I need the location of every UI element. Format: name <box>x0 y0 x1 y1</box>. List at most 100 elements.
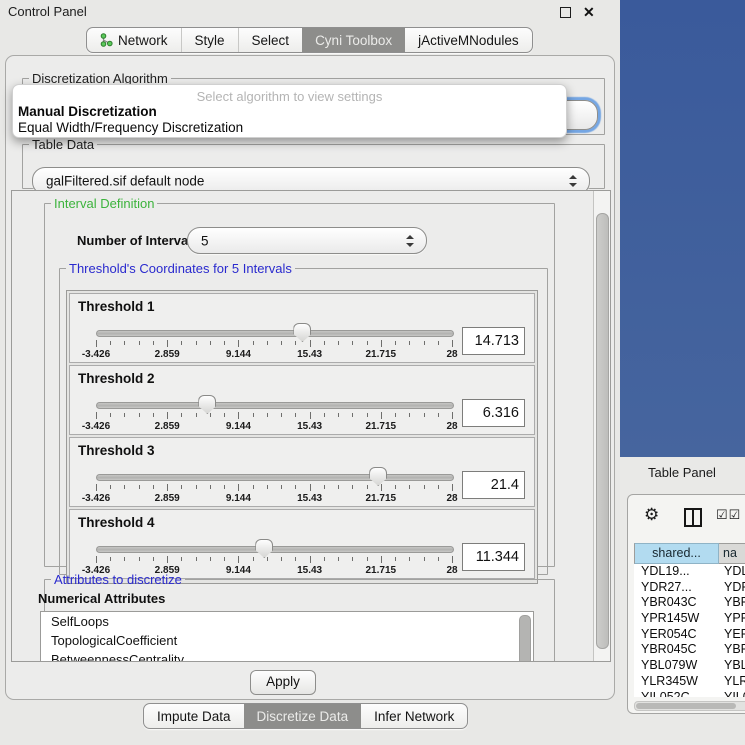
tab-jactivemnodules[interactable]: jActiveMNodules <box>405 28 532 52</box>
network-icon <box>100 33 113 47</box>
thresholds-group-title: Threshold's Coordinates for 5 Intervals <box>66 261 295 276</box>
table-row[interactable]: YIL052CYIL0 <box>634 690 745 698</box>
threshold-value-field[interactable] <box>462 399 525 427</box>
table-horizontal-scrollbar-thumb[interactable] <box>636 703 736 709</box>
table-cell: YER054C <box>634 627 719 643</box>
threshold-value-field[interactable] <box>462 543 525 571</box>
combo-stepper-icon <box>569 175 577 187</box>
threshold-slider-track[interactable] <box>96 330 454 337</box>
app-root: Control Panel ✕ Network Style Select Cyni T… <box>0 0 745 745</box>
table-row[interactable]: YLR345WYLR3 <box>634 674 745 690</box>
attribute-item-selfloops[interactable]: SelfLoops <box>41 612 533 631</box>
float-window-icon[interactable] <box>560 7 571 18</box>
slider-ticks <box>96 412 452 420</box>
table-panel-title: Table Panel <box>648 465 716 480</box>
attribute-item-topologicalcoefficient[interactable]: TopologicalCoefficient <box>41 631 533 650</box>
table-row[interactable]: YBR043CYBR0 <box>634 595 745 611</box>
table-row[interactable]: YDL19...YDL1 <box>634 564 745 580</box>
table-cell: YIL0 <box>719 690 745 698</box>
column-header-shared-[interactable]: shared... <box>634 543 719 564</box>
attribute-item-betweennesscentrality[interactable]: BetweennessCentrality <box>41 650 533 662</box>
numerical-attributes-label: Numerical Attributes <box>38 591 165 606</box>
table-cell: YLR345W <box>634 674 719 690</box>
number-of-intervals-label: Number of Intervals <box>77 233 199 248</box>
algorithm-dropdown-popup: Select algorithm to view settings Manual… <box>12 84 567 138</box>
table-data-title: Table Data <box>29 137 97 152</box>
numerical-attributes-list: SelfLoopsTopologicalCoefficientBetweenne… <box>40 611 534 662</box>
tab-label: Discretize Data <box>257 709 349 724</box>
threshold-row-4: Threshold 4-3.4262.8599.14415.4321.71528 <box>69 509 535 579</box>
tab-infer-network[interactable]: Infer Network <box>361 704 467 728</box>
settings-scrollbar-thumb[interactable] <box>596 213 609 649</box>
tab-label: Select <box>252 33 290 48</box>
algorithm-option-manual-discretization[interactable]: Manual Discretization <box>18 104 157 119</box>
tab-label: Style <box>195 33 225 48</box>
desktop-background: GAL80GCGAL11GAL4GCY1HHAP2 <box>620 0 745 457</box>
table-cell: YBR045C <box>634 642 719 658</box>
table-horizontal-scrollbar[interactable] <box>634 701 745 711</box>
table-cell: YLR3 <box>719 674 745 690</box>
slider-ticks <box>96 556 452 564</box>
tab-label: Network <box>118 33 168 48</box>
table-cell: YPR145W <box>634 611 719 627</box>
slider-ticks <box>96 340 452 348</box>
number-of-intervals-value: 5 <box>201 233 209 248</box>
threshold-value-field[interactable] <box>462 327 525 355</box>
tab-select[interactable]: Select <box>238 28 303 52</box>
threshold-row-1: Threshold 1-3.4262.8599.14415.4321.71528 <box>69 293 535 363</box>
tab-discretize-data[interactable]: Discretize Data <box>244 704 362 728</box>
table-cell: YDR27... <box>634 580 719 596</box>
table-cell: YIL052C <box>634 690 719 698</box>
table-row[interactable]: YBL079WYBL0 <box>634 658 745 674</box>
threshold-value-field[interactable] <box>462 471 525 499</box>
control-panel-window: Control Panel ✕ Network Style Select Cyni T… <box>0 0 621 745</box>
attributes-list-scrollbar[interactable] <box>519 615 531 662</box>
column-header-na[interactable]: na <box>719 543 745 564</box>
threshold-slider-track[interactable] <box>96 546 454 553</box>
table-cell: YBR0 <box>719 595 745 611</box>
tab-label: Infer Network <box>374 709 454 724</box>
table-row[interactable]: YPR145WYPR1 <box>634 611 745 627</box>
combo-stepper-icon <box>406 235 414 247</box>
table-cell: YBR043C <box>634 595 719 611</box>
control-panel-titlebar: Control Panel ✕ <box>0 0 620 24</box>
number-of-intervals-combo[interactable]: 5 <box>187 227 427 254</box>
table-cell: YDR2 <box>719 580 745 596</box>
threshold-label: Threshold 1 <box>78 299 155 314</box>
tab-network[interactable]: Network <box>87 28 181 52</box>
tab-cyni-toolbox[interactable]: Cyni Toolbox <box>302 28 405 52</box>
tab-impute-data[interactable]: Impute Data <box>144 704 244 728</box>
select-all-checkboxes-icon[interactable]: ☑☑ <box>716 507 741 523</box>
columns-icon[interactable] <box>684 508 702 527</box>
thresholds-panel: Threshold 1-3.4262.8599.14415.4321.71528… <box>66 290 538 584</box>
slider-ticks <box>96 484 452 492</box>
table-cell: YBL0 <box>719 658 745 674</box>
settings-scrollbar-track[interactable] <box>593 191 610 661</box>
settings-scroll-viewport: Interval Definition Number of Intervals … <box>11 190 611 662</box>
thresholds-group: Threshold's Coordinates for 5 Intervals … <box>59 261 548 575</box>
table-cell: YBR0 <box>719 642 745 658</box>
gear-icon[interactable]: ⚙ <box>644 505 659 525</box>
close-icon[interactable]: ✕ <box>583 2 595 22</box>
threshold-row-3: Threshold 3 -3.4262.8599.14415.4321.71528 <box>69 437 535 507</box>
interval-definition-group: Interval Definition Number of Intervals … <box>44 196 555 567</box>
table-data-combo-value: galFiltered.sif default node <box>46 174 204 189</box>
threshold-label: Threshold 2 <box>78 371 155 386</box>
window-title: Control Panel <box>8 4 87 19</box>
slider-tick-labels: -3.4262.8599.14415.4321.71528 <box>96 493 452 505</box>
tab-style[interactable]: Style <box>181 28 238 52</box>
threshold-label: Threshold 3 <box>78 443 155 458</box>
table-row[interactable]: YDR27...YDR2 <box>634 580 745 596</box>
table-row[interactable]: YER054CYER0 <box>634 627 745 643</box>
threshold-label: Threshold 4 <box>78 515 155 530</box>
threshold-slider-track[interactable] <box>96 474 454 481</box>
tab-bar: Network Style Select Cyni ToolboxjActiveMNo… <box>86 27 533 53</box>
threshold-slider-track[interactable] <box>96 402 454 409</box>
interval-definition-title: Interval Definition <box>51 196 157 211</box>
threshold-row-2: Threshold 2-3.4262.8599.14415.4321.71528 <box>69 365 535 435</box>
table-data-group: Table Data galFiltered.sif default node <box>22 137 605 189</box>
table-row[interactable]: YBR045CYBR0 <box>634 642 745 658</box>
table-cell: YBL079W <box>634 658 719 674</box>
algorithm-option-equal-width-frequency-discretization[interactable]: Equal Width/Frequency Discretization <box>18 120 243 135</box>
apply-button[interactable]: Apply <box>250 670 316 695</box>
